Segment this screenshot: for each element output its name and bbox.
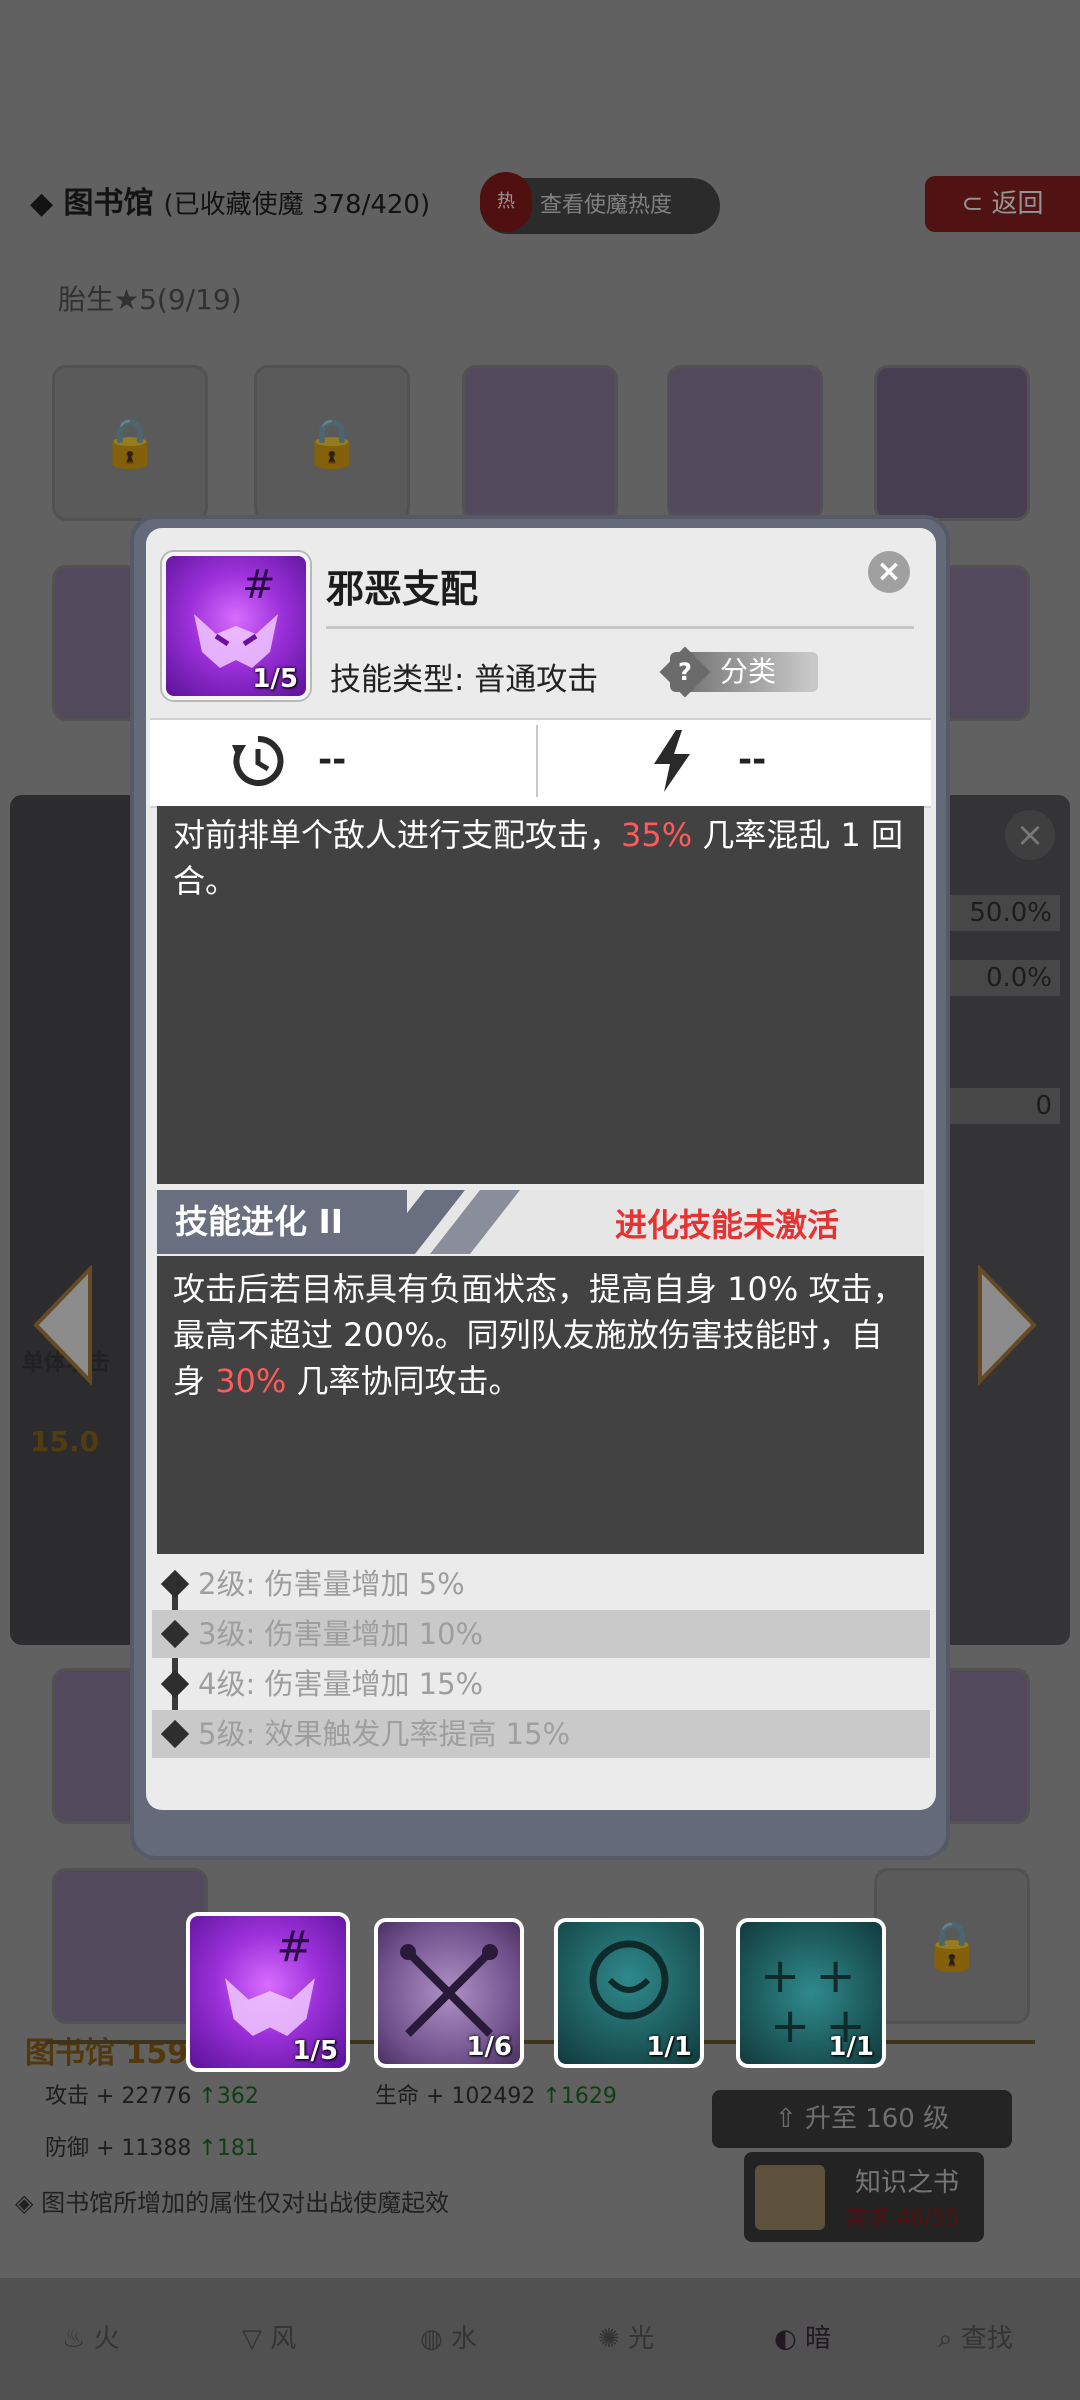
evolution-status: 进化技能未激活 (615, 1206, 840, 1244)
stats-divider (536, 725, 538, 797)
cooldown-icon (232, 735, 284, 786)
svg-text:#: # (276, 1922, 312, 1972)
question-icon[interactable]: ? (667, 654, 703, 690)
energy-icon (654, 730, 690, 792)
skill-icon: # 1/5 (162, 552, 310, 700)
skill-slot-3[interactable]: 1/1 (554, 1918, 704, 2068)
skill-slot-1[interactable]: # 1/5 (186, 1912, 350, 2072)
level-row: 3级: 伤害量增加 10% (152, 1610, 930, 1658)
evolution-description: 攻击后若目标具有负面状态，提高自身 10% 攻击，最高不超过 200%。同列队友… (173, 1270, 905, 1400)
level-row: 5级: 效果触发几率提高 15% (152, 1710, 930, 1758)
evolution-label: 技能进化 II (157, 1190, 407, 1254)
cooldown-value: -- (318, 740, 347, 780)
level-row: 2级: 伤害量增加 5% (198, 1567, 465, 1601)
slot-count: 1/6 (466, 2032, 512, 2062)
close-icon[interactable]: × (868, 551, 910, 593)
skill-type: 技能类型: 普通攻击 (330, 662, 599, 698)
skill-name: 邪恶支配 (326, 567, 479, 611)
skill-description: 对前排单个敌人进行支配攻击，35% 几率混乱 1 回合。 (173, 816, 904, 900)
title-divider (326, 626, 914, 629)
skill-slot-2[interactable]: 1/6 (374, 1918, 524, 2068)
slot-count: 1/1 (828, 2032, 874, 2062)
slot-count: 1/5 (292, 2036, 338, 2066)
category-label: 分类 (720, 655, 777, 688)
evolution-highlight: 30% (215, 1362, 287, 1400)
svg-text:#: # (242, 562, 276, 608)
skill-slot-4[interactable]: + + + + 1/1 (736, 1918, 886, 2068)
svg-text:+ +: + + (760, 1948, 856, 2004)
skill-level-count: 1/5 (252, 664, 298, 694)
description-highlight: 35% (621, 816, 693, 854)
level-row: 4级: 伤害量增加 15% (198, 1667, 484, 1701)
slot-count: 1/1 (646, 2032, 692, 2062)
energy-value: -- (738, 740, 767, 780)
